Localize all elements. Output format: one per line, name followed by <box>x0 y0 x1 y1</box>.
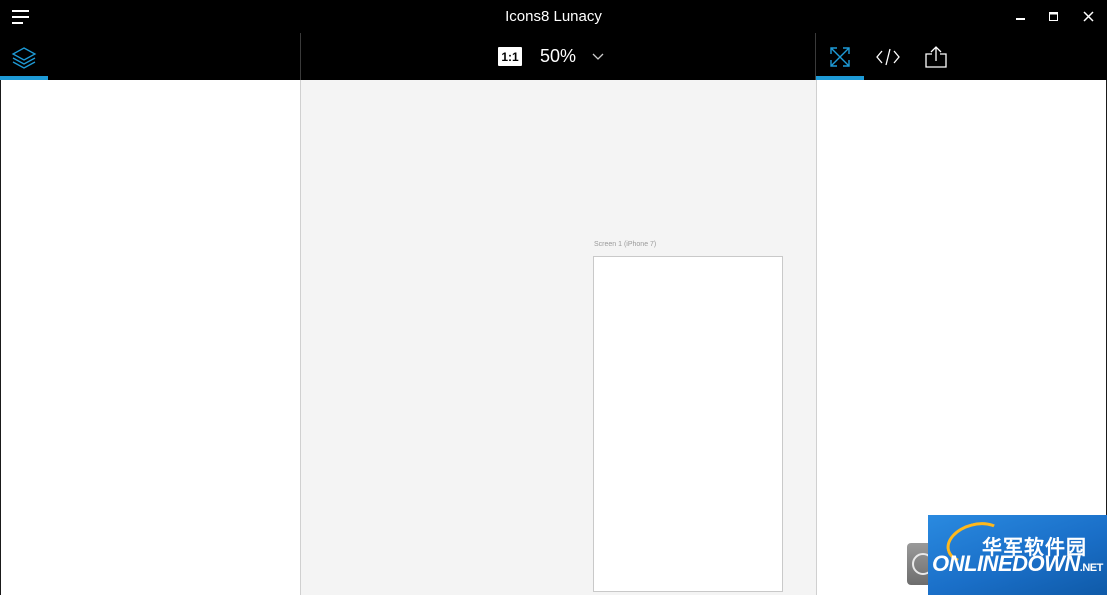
window-title: Icons8 Lunacy <box>505 8 602 25</box>
watermark-logo: 华军软件园 ONLINEDOWN.NET <box>928 515 1107 595</box>
zoom-level[interactable]: 50% <box>540 46 576 67</box>
artboard[interactable] <box>593 256 783 592</box>
zoom-dropdown-button[interactable] <box>592 50 606 64</box>
artboard-label[interactable]: Screen 1 (iPhone 7) <box>594 241 656 248</box>
minimize-icon <box>1016 17 1025 20</box>
tab-layers[interactable] <box>0 33 48 80</box>
layers-icon <box>11 46 37 69</box>
close-button[interactable] <box>1071 0 1105 33</box>
tab-fit-screen[interactable] <box>816 33 864 80</box>
code-icon <box>876 48 900 65</box>
watermark-brand-suffix: .NET <box>1079 562 1104 574</box>
export-icon <box>925 45 947 68</box>
fit-screen-icon <box>830 46 850 67</box>
layers-panel <box>0 80 301 595</box>
toolbar: 1:1 50% <box>0 33 1107 80</box>
actual-size-button[interactable]: 1:1 <box>498 47 522 66</box>
tab-code[interactable] <box>864 33 912 80</box>
minimize-button[interactable] <box>1004 0 1038 33</box>
title-bar: Icons8 Lunacy <box>0 0 1107 33</box>
maximize-button[interactable] <box>1037 0 1071 33</box>
design-canvas[interactable]: Screen 1 (iPhone 7) <box>301 80 816 595</box>
maximize-icon <box>1049 11 1058 21</box>
watermark-brand-name: ONLINEDOWN <box>932 551 1080 576</box>
chevron-down-icon <box>592 53 604 60</box>
toolbar-divider-left <box>300 33 301 80</box>
close-icon <box>1082 11 1094 22</box>
watermark-brand-en: ONLINEDOWN.NET <box>932 551 1103 577</box>
zoom-controls: 1:1 50% <box>498 33 606 80</box>
tab-export[interactable] <box>912 33 960 80</box>
